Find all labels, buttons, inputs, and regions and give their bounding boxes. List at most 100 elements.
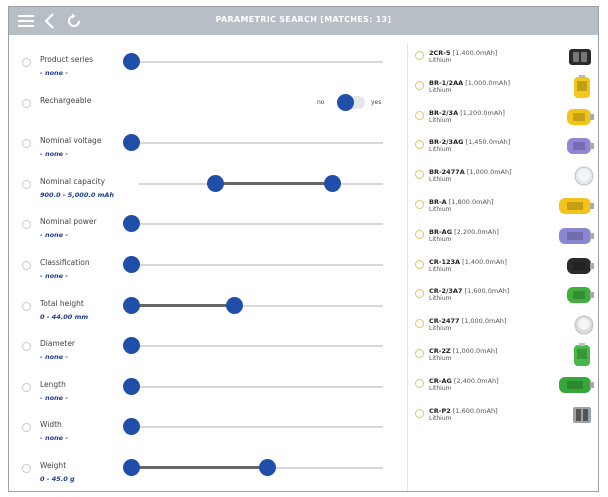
slider-handle-min[interactable]: [123, 215, 140, 233]
slider-handle-min[interactable]: [206, 174, 224, 192]
result-title: 2CR-5 [1,400.0mAh]: [429, 49, 497, 57]
slider-handle-min[interactable]: [123, 337, 140, 355]
battery-chemistry: Lithium: [429, 86, 452, 94]
filter-label: Nominal voltage: [40, 136, 102, 146]
result-radio[interactable]: [415, 51, 424, 60]
filter-value: - none -: [40, 434, 69, 443]
result-radio[interactable]: [415, 80, 424, 90]
battery-chemistry: Lithium: [429, 206, 452, 213]
slider-track[interactable]: [131, 345, 383, 348]
slider-handle-max[interactable]: [226, 296, 244, 314]
result-radio[interactable]: [415, 229, 424, 239]
battery-capacity: [1,800.0mAh]: [448, 198, 494, 206]
slider-handle-min[interactable]: [123, 377, 140, 395]
app-window: PARAMETRIC SEARCH [MATCHES: 13] Product …: [8, 6, 599, 492]
filter-label: Length: [40, 379, 66, 389]
battery-capacity: [1,000.0mAh]: [466, 168, 512, 177]
result-title: CR-2/3A7 [1,600.0mAh]: [429, 287, 509, 295]
filter-radio[interactable]: [22, 382, 31, 392]
result-item-cr-p2[interactable]: CR-P2 [1,600.0mAh] Lithium: [409, 401, 598, 430]
slider-track[interactable]: [131, 61, 383, 63]
result-radio[interactable]: [415, 259, 424, 269]
result-radio[interactable]: [415, 349, 424, 358]
result-radio[interactable]: [415, 170, 424, 180]
filter-row-rechargeable: Rechargeable no yes: [9, 86, 404, 126]
result-item-br-ag[interactable]: BR-AG [2,200.0mAh] Lithium: [409, 222, 598, 251]
slider-handle-min[interactable]: [123, 134, 140, 152]
filter-label: Width: [40, 420, 62, 430]
filter-label: Diameter: [40, 339, 76, 349]
battery-chemistry: Lithium: [429, 355, 452, 362]
slider-track[interactable]: [131, 264, 383, 266]
result-item-cr-2-3a7[interactable]: CR-2/3A7 [1,600.0mAh] Lithium: [409, 281, 598, 310]
slider-handle-min[interactable]: [123, 418, 140, 436]
filter-radio[interactable]: [22, 98, 31, 108]
result-radio[interactable]: [415, 408, 424, 418]
slider-track[interactable]: [131, 426, 383, 429]
result-item-br-2477a[interactable]: BR-2477A [1,000.0mAh] Lithium: [409, 162, 598, 191]
battery-chemistry: Lithium: [429, 325, 452, 333]
result-item-2cr-5[interactable]: 2CR-5 [1,400.0mAh] Lithium: [409, 43, 598, 72]
battery-name: CR-P2: [429, 406, 451, 415]
filter-radio[interactable]: [22, 220, 31, 230]
filter-radio[interactable]: [22, 423, 31, 433]
slider-handle-max[interactable]: [323, 174, 341, 192]
result-title: BR-2/3A [1,200.0mAh]: [429, 109, 505, 117]
slider-handle-min[interactable]: [123, 296, 140, 314]
battery-name: BR-2/3A: [429, 108, 459, 117]
battery-name: CR-2477: [429, 317, 460, 326]
filter-row-nominal-capacity: Nominal capacity 900.0 - 5,000.0 mAh: [9, 167, 404, 207]
result-item-cr-2z[interactable]: CR-2Z [1,000.0mAh] Lithium: [409, 341, 598, 370]
result-item-cr-123a[interactable]: CR-123A [1,400.0mAh] Lithium: [409, 252, 598, 281]
battery-name: 2CR-5: [429, 49, 451, 57]
filter-label: Rechargeable: [40, 95, 92, 105]
filter-radio[interactable]: [22, 464, 31, 473]
filter-radio[interactable]: [22, 179, 31, 189]
slider-handle-min[interactable]: [123, 459, 140, 476]
slider-track[interactable]: [131, 223, 383, 226]
filter-radio[interactable]: [22, 58, 31, 67]
result-title: BR-1/2AA [1,000.0mAh]: [429, 79, 510, 87]
filter-row-nominal-power: Nominal power - none -: [9, 207, 404, 247]
result-item-br-2-3a[interactable]: BR-2/3A [1,200.0mAh] Lithium: [409, 103, 598, 132]
slider-handle-max[interactable]: [259, 459, 277, 476]
battery-chemistry: Lithium: [429, 146, 452, 154]
battery-capacity: [1,000.0mAh]: [465, 78, 510, 87]
result-radio[interactable]: [415, 140, 424, 150]
filter-radio[interactable]: [22, 139, 31, 149]
header-bar: PARAMETRIC SEARCH [MATCHES: 13]: [9, 7, 598, 35]
result-radio[interactable]: [415, 378, 424, 388]
slider-handle-min[interactable]: [123, 53, 140, 70]
filter-radio[interactable]: [22, 342, 31, 352]
filter-value: - none -: [40, 69, 69, 77]
result-title: BR-2/3AG [1,450.0mAh]: [429, 138, 510, 146]
result-item-cr-2477[interactable]: CR-2477 [1,000.0mAh] Lithium: [409, 311, 598, 340]
slider-handle-min[interactable]: [123, 256, 140, 273]
result-item-br-2-3ag[interactable]: BR-2/3AG [1,450.0mAh] Lithium: [409, 132, 598, 161]
result-radio[interactable]: [415, 110, 424, 120]
result-title: CR-2477 [1,000.0mAh]: [429, 317, 506, 325]
slider-track[interactable]: [131, 385, 383, 388]
slider-track[interactable]: [131, 142, 383, 145]
battery-name: BR-2/3AG: [429, 138, 464, 147]
filter-row-diameter: Diameter - none -: [9, 329, 404, 369]
battery-chemistry: Lithium: [429, 116, 452, 124]
panel-divider: [407, 43, 408, 491]
result-radio[interactable]: [415, 289, 424, 299]
result-item-br-1-2aa[interactable]: BR-1/2AA [1,000.0mAh] Lithium: [409, 73, 598, 102]
battery-name: CR-2Z: [429, 347, 451, 355]
battery-chemistry: Lithium: [429, 384, 452, 392]
filter-row-product-series: Product series - none -: [9, 45, 404, 85]
result-radio[interactable]: [415, 200, 424, 209]
result-radio[interactable]: [415, 319, 424, 329]
result-title: CR-123A [1,400.0mAh]: [429, 258, 507, 266]
battery-chemistry: Lithium: [429, 295, 452, 303]
result-item-cr-ag[interactable]: CR-AG [2,400.0mAh] Lithium: [409, 371, 598, 400]
filter-radio[interactable]: [22, 301, 31, 311]
filter-row-width: Width - none -: [9, 410, 404, 450]
filter-radio[interactable]: [22, 261, 31, 270]
toggle-knob[interactable]: [337, 93, 354, 111]
page-title: PARAMETRIC SEARCH [MATCHES: 13]: [215, 15, 392, 24]
battery-name: CR-123A: [429, 257, 461, 266]
result-item-br-a[interactable]: BR-A [1,800.0mAh] Lithium: [409, 192, 598, 221]
